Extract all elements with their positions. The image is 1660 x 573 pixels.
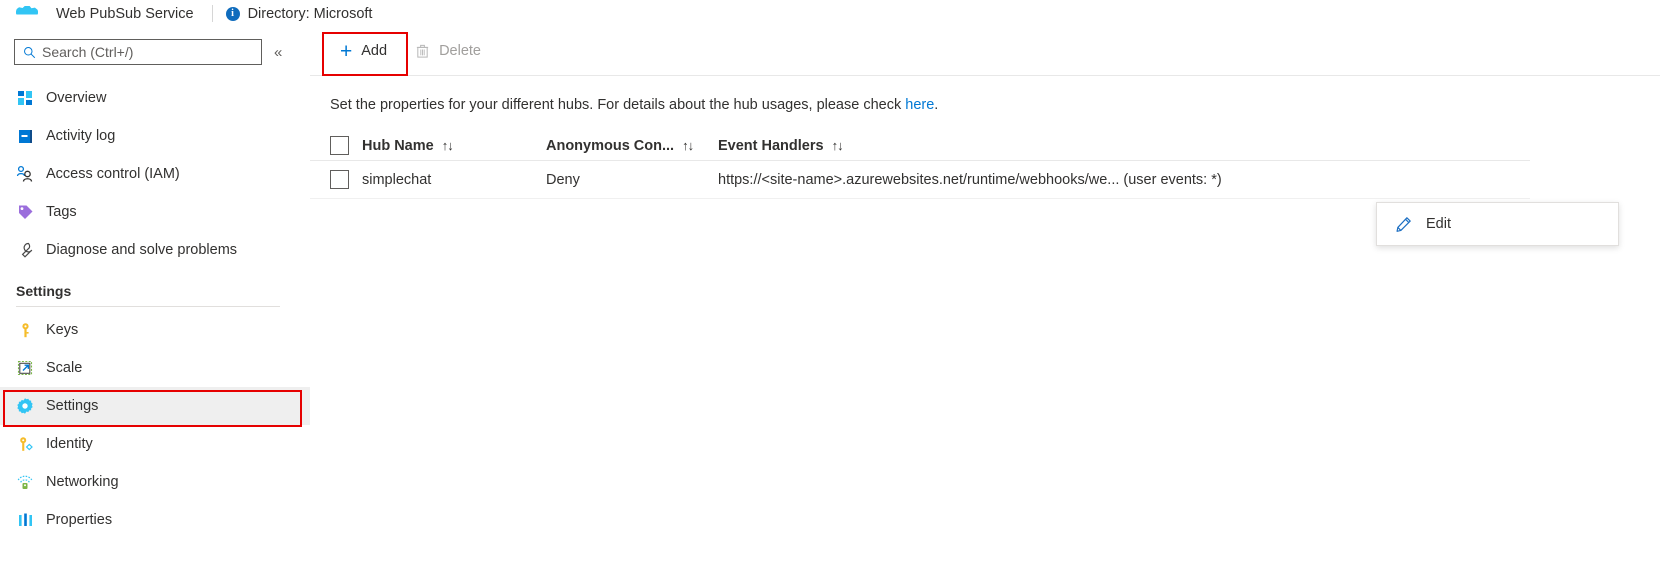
sidebar-item-label: Access control (IAM)	[46, 166, 180, 182]
search-icon	[24, 46, 36, 58]
info-icon: i	[225, 6, 240, 21]
sidebar-item-label: Scale	[46, 360, 83, 376]
gear-icon	[16, 397, 34, 415]
service-title: Web PubSub Service	[56, 5, 194, 22]
topbar-divider	[211, 5, 213, 22]
scale-arrow-icon	[16, 359, 34, 377]
sidebar-item-overview[interactable]: Overview	[0, 79, 310, 117]
main-content: + Add Delete Set the properties for your…	[310, 27, 1660, 573]
sidebar-nav-list: Overview Activity log Access control (IA…	[0, 79, 310, 539]
sidebar-item-identity[interactable]: Identity	[0, 425, 310, 463]
sort-up-down-icon[interactable]: ↑↓	[682, 138, 694, 153]
sort-up-down-icon[interactable]: ↑↓	[832, 138, 844, 153]
row-context-menu: Edit	[1376, 202, 1619, 246]
sidebar-group-header: Settings	[16, 283, 72, 299]
sidebar: Search (Ctrl+/) « Overview Activity log …	[0, 27, 310, 573]
context-menu-item-label: Edit	[1426, 216, 1451, 232]
sidebar-item-label: Activity log	[46, 128, 116, 144]
select-all-checkbox[interactable]	[330, 136, 349, 155]
add-button-label: Add	[361, 43, 388, 59]
sidebar-item-label: Settings	[46, 398, 99, 414]
cell-hub-name: simplechat	[362, 172, 546, 188]
column-header-event-handlers[interactable]: Event Handlers ↑↓	[718, 138, 1530, 154]
activity-log-icon	[16, 127, 34, 145]
sidebar-item-label: Networking	[46, 474, 119, 490]
page-description: Set the properties for your different hu…	[330, 97, 1660, 113]
sidebar-divider	[16, 306, 280, 307]
hubs-table: Hub Name ↑↓ Anonymous Con... ↑↓ Event Ha…	[310, 131, 1530, 199]
command-bar: + Add Delete	[310, 27, 1660, 76]
delete-button: Delete	[405, 36, 491, 66]
wrench-icon	[16, 241, 34, 259]
sidebar-item-scale[interactable]: Scale	[0, 349, 310, 387]
sidebar-item-label: Diagnose and solve problems	[46, 242, 238, 258]
key-icon	[16, 321, 34, 339]
overview-grid-icon	[16, 89, 34, 107]
sidebar-item-properties[interactable]: Properties	[0, 501, 310, 539]
identity-key-icon	[16, 435, 34, 453]
cell-value: Deny	[546, 171, 580, 188]
table-row[interactable]: simplechat Deny https://<site-name>.azur…	[310, 161, 1530, 199]
context-menu-item-edit[interactable]: Edit	[1377, 203, 1618, 245]
sidebar-item-keys[interactable]: Keys	[0, 311, 310, 349]
sidebar-item-settings[interactable]: Settings	[0, 387, 310, 425]
sort-up-down-icon[interactable]: ↑↓	[442, 138, 454, 153]
column-header-label: Hub Name	[362, 137, 434, 154]
delete-button-label: Delete	[439, 43, 481, 59]
sidebar-item-networking[interactable]: Networking	[0, 463, 310, 501]
web-pubsub-cloud-icon	[14, 4, 40, 24]
cell-value: simplechat	[362, 171, 432, 188]
directory-label: Directory: Microsoft	[247, 5, 373, 22]
description-prefix: Set the properties for your different hu…	[330, 97, 906, 113]
cell-anonymous-connect: Deny	[546, 172, 718, 188]
row-checkbox[interactable]	[330, 170, 349, 189]
column-header-label: Anonymous Con...	[546, 137, 675, 154]
cell-event-handlers: https://<site-name>.azurewebsites.net/ru…	[718, 172, 1530, 188]
search-input[interactable]: Search (Ctrl+/)	[14, 39, 262, 65]
sidebar-search-row: Search (Ctrl+/) «	[0, 27, 310, 65]
sidebar-item-label: Keys	[46, 322, 79, 338]
add-button[interactable]: + Add	[330, 36, 397, 66]
top-bar: Web PubSub Service i Directory: Microsof…	[0, 0, 1660, 27]
plus-icon: +	[340, 39, 353, 63]
sidebar-item-activity-log[interactable]: Activity log	[0, 117, 310, 155]
trash-icon	[416, 44, 429, 58]
double-chevron-left-icon[interactable]: «	[274, 44, 282, 61]
table-header-row: Hub Name ↑↓ Anonymous Con... ↑↓ Event Ha…	[310, 131, 1530, 161]
networking-icon	[16, 473, 34, 491]
column-header-label: Event Handlers	[718, 137, 824, 154]
search-placeholder: Search (Ctrl+/)	[42, 44, 134, 60]
tag-icon	[16, 203, 34, 221]
pencil-edit-icon	[1396, 216, 1411, 232]
column-header-anonymous-connect[interactable]: Anonymous Con... ↑↓	[546, 138, 718, 154]
column-header-hub-name[interactable]: Hub Name ↑↓	[362, 138, 546, 154]
properties-bars-icon	[16, 511, 34, 529]
cell-value: https://<site-name>.azurewebsites.net/ru…	[718, 171, 1222, 188]
access-control-people-icon	[16, 165, 34, 183]
sidebar-item-label: Overview	[46, 90, 107, 106]
sidebar-item-tags[interactable]: Tags	[0, 193, 310, 231]
sidebar-item-label: Tags	[46, 204, 77, 220]
hub-usages-link[interactable]: here	[905, 97, 934, 113]
sidebar-item-label: Identity	[46, 436, 93, 452]
sidebar-item-label: Properties	[46, 512, 113, 528]
sidebar-item-diagnose[interactable]: Diagnose and solve problems	[0, 231, 310, 269]
sidebar-item-access-control[interactable]: Access control (IAM)	[0, 155, 310, 193]
description-suffix: .	[934, 97, 939, 113]
